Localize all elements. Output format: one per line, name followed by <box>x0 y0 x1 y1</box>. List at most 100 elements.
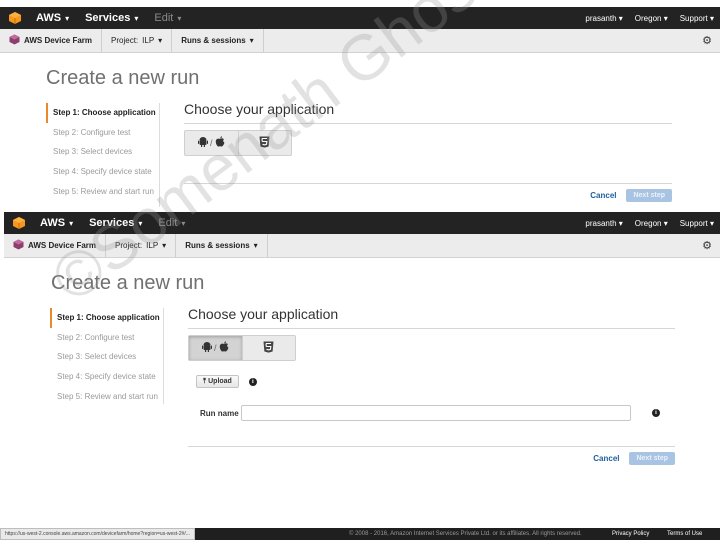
top-navigation-bar: AWS ▾ Services ▾ Edit ▾ prasanth ▾ Oregon ▾… <box>4 212 720 234</box>
step-5-review-start-run[interactable]: Step 5: Review and start run <box>50 386 163 406</box>
platform-separator: / <box>213 343 217 353</box>
device-farm-home-link[interactable]: AWS Device Farm <box>4 234 107 257</box>
user-name: prasanth <box>585 13 617 23</box>
html5-icon <box>259 136 270 151</box>
step-3-select-devices[interactable]: Step 3: Select devices <box>46 142 159 162</box>
chevron-down-icon: ▾ <box>181 218 186 228</box>
project-prefix: Project: <box>115 241 143 250</box>
android-icon <box>197 136 208 150</box>
section-title: Choose your application <box>188 306 675 329</box>
terms-of-use-link[interactable]: Terms of Use <box>667 528 702 540</box>
android-ios-button[interactable]: / <box>189 336 243 360</box>
runs-label: Runs & sessions <box>185 241 250 250</box>
services-menu[interactable]: Services ▾ <box>89 217 142 229</box>
device-farm-home-link[interactable]: AWS Device Farm <box>0 29 103 52</box>
region-menu[interactable]: Oregon ▾ <box>635 219 668 228</box>
project-name: ILP <box>142 36 155 45</box>
device-farm-icon <box>13 239 24 252</box>
app-name: AWS Device Farm <box>24 36 93 45</box>
aws-cube-icon[interactable] <box>8 11 22 25</box>
gear-icon[interactable]: ⚙ <box>702 34 712 47</box>
project-prefix: Project: <box>111 36 139 45</box>
info-icon[interactable]: i <box>652 409 660 417</box>
step-4-specify-device-state[interactable]: Step 4: Specify device state <box>46 162 159 182</box>
step-4-specify-device-state[interactable]: Step 4: Specify device state <box>50 367 163 387</box>
platform-separator: / <box>209 138 213 148</box>
region-name: Oregon <box>634 218 662 228</box>
cancel-link[interactable]: Cancel <box>590 191 616 200</box>
android-icon <box>201 341 212 355</box>
chevron-down-icon: ▾ <box>158 36 163 45</box>
choose-application-section: Choose your application / <box>184 101 672 156</box>
user-menu[interactable]: prasanth ▾ <box>585 219 622 228</box>
step-2-configure-test[interactable]: Step 2: Configure test <box>46 123 159 143</box>
chevron-down-icon: ▾ <box>134 13 139 23</box>
console-footer: https://us-west-2.console.aws.amazon.com… <box>0 528 720 540</box>
screenshot-panel-bottom: AWS ▾ Services ▾ Edit ▾ prasanth ▾ Oregon ▾… <box>4 212 720 528</box>
chevron-down-icon: ▾ <box>618 218 623 228</box>
app-name: AWS Device Farm <box>28 241 97 250</box>
services-menu-label: Services <box>89 217 135 229</box>
aws-cube-icon[interactable] <box>12 216 26 230</box>
edit-menu-label: Edit <box>154 12 174 24</box>
step-5-review-start-run[interactable]: Step 5: Review and start run <box>46 181 159 201</box>
step-3-select-devices[interactable]: Step 3: Select devices <box>50 347 163 367</box>
browser-status-url: https://us-west-2.console.aws.amazon.com… <box>0 528 195 540</box>
region-name: Oregon <box>634 13 662 23</box>
support-label: Support <box>679 13 708 23</box>
chevron-down-icon: ▾ <box>663 218 668 228</box>
page-title: Create a new run <box>46 67 200 89</box>
page-title: Create a new run <box>51 272 205 294</box>
upload-button[interactable]: ⤒ Upload <box>196 375 239 388</box>
support-menu[interactable]: Support ▾ <box>680 14 714 23</box>
run-name-input[interactable] <box>241 405 631 421</box>
chevron-down-icon: ▾ <box>69 218 74 228</box>
next-step-button[interactable]: Next step <box>629 452 675 465</box>
run-name-row: Run name i <box>200 405 675 421</box>
chevron-down-icon: ▾ <box>709 218 714 228</box>
aws-menu[interactable]: AWS ▾ <box>36 12 69 24</box>
project-selector[interactable]: Project: ILP ▾ <box>106 234 177 257</box>
upload-row: ⤒ Upload i <box>196 375 675 388</box>
android-ios-button[interactable]: / <box>185 131 239 155</box>
chevron-down-icon: ▾ <box>162 241 167 250</box>
device-farm-icon <box>9 34 20 47</box>
run-name-label: Run name <box>200 408 239 418</box>
runs-sessions-menu[interactable]: Runs & sessions ▾ <box>172 29 264 52</box>
user-name: prasanth <box>585 218 617 228</box>
privacy-policy-link[interactable]: Privacy Policy <box>612 528 649 540</box>
step-2-configure-test[interactable]: Step 2: Configure test <box>50 328 163 348</box>
step-1-choose-application[interactable]: Step 1: Choose application <box>46 103 159 123</box>
platform-toggle: / <box>188 335 296 361</box>
chevron-down-icon: ▾ <box>65 13 70 23</box>
chevron-down-icon: ▾ <box>709 13 714 23</box>
cancel-link[interactable]: Cancel <box>593 454 619 463</box>
support-menu[interactable]: Support ▾ <box>680 219 714 228</box>
gear-icon[interactable]: ⚙ <box>702 239 712 252</box>
upload-icon: ⤒ <box>203 377 207 385</box>
web-app-button[interactable] <box>239 131 292 155</box>
choose-application-section: Choose your application / ⤒ Upload i Run… <box>188 306 675 421</box>
edit-menu[interactable]: Edit ▾ <box>154 12 181 24</box>
region-menu[interactable]: Oregon ▾ <box>635 14 668 23</box>
edit-menu[interactable]: Edit ▾ <box>158 217 185 229</box>
step-1-choose-application[interactable]: Step 1: Choose application <box>50 308 163 328</box>
chevron-down-icon: ▾ <box>138 218 143 228</box>
wizard-steps: Step 1: Choose application Step 2: Confi… <box>46 103 160 207</box>
chevron-down-icon: ▾ <box>249 36 254 45</box>
service-sub-navigation: AWS Device Farm Project: ILP ▾ Runs & se… <box>0 29 720 53</box>
edit-menu-label: Edit <box>158 217 178 229</box>
runs-sessions-menu[interactable]: Runs & sessions ▾ <box>176 234 268 257</box>
web-app-button[interactable] <box>243 336 296 360</box>
apple-icon <box>215 136 225 150</box>
info-icon[interactable]: i <box>248 377 257 386</box>
project-selector[interactable]: Project: ILP ▾ <box>102 29 173 52</box>
wizard-footer: Cancel Next step <box>184 183 672 202</box>
html5-icon <box>263 341 274 356</box>
aws-menu[interactable]: AWS ▾ <box>40 217 73 229</box>
next-step-button[interactable]: Next step <box>626 189 672 202</box>
user-menu[interactable]: prasanth ▾ <box>585 14 622 23</box>
copyright-text: © 2008 - 2016, Amazon Internet Services … <box>349 531 582 537</box>
services-menu[interactable]: Services ▾ <box>85 12 138 24</box>
screenshot-panel-top: AWS ▾ Services ▾ Edit ▾ prasanth ▾ Oregon ▾… <box>0 7 720 212</box>
